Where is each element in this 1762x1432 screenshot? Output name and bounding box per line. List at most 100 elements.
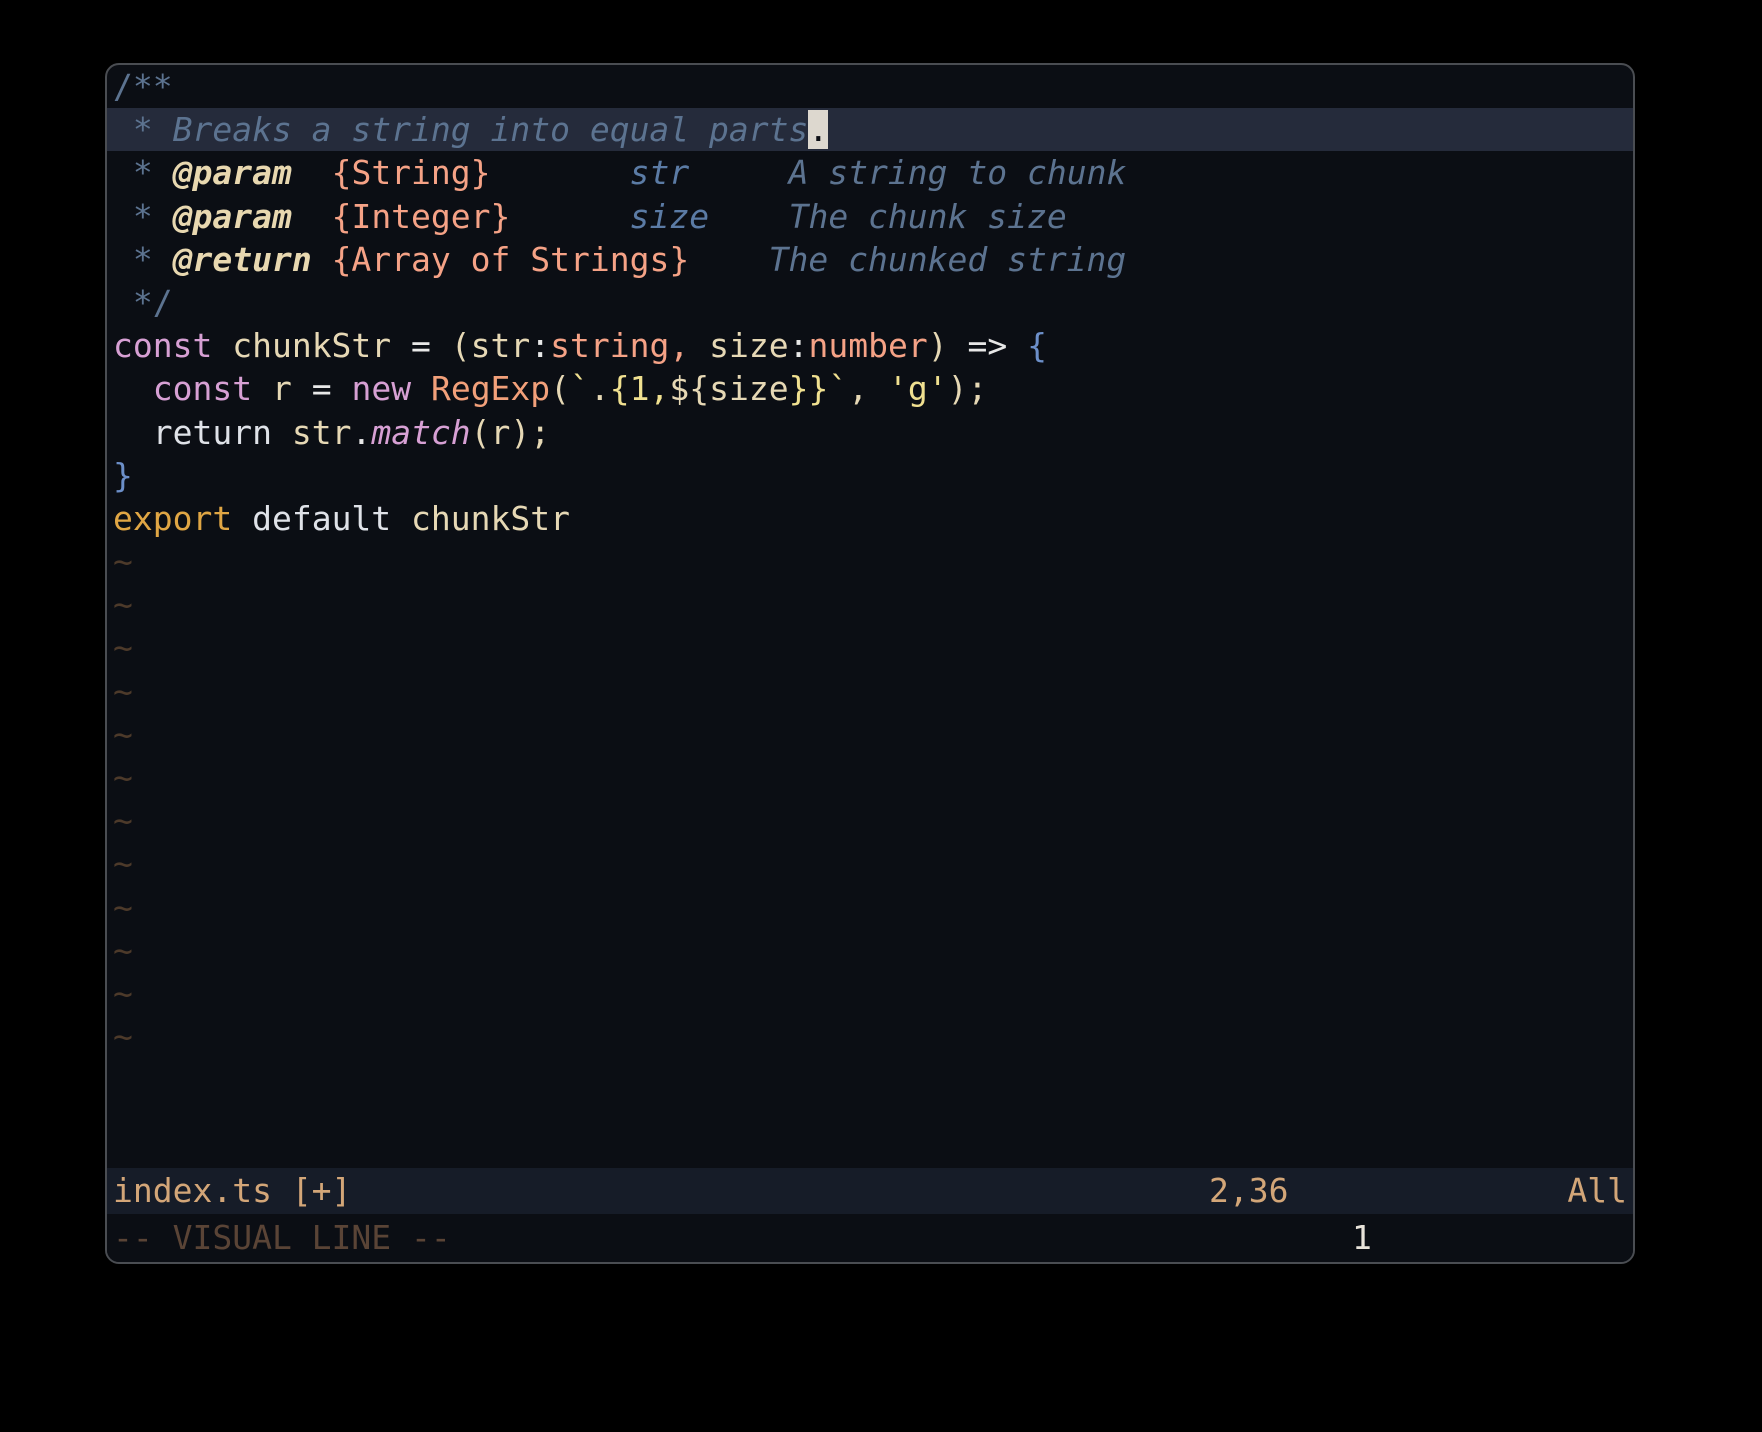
code-token: ( [550, 369, 571, 409]
code-token: @param [172, 153, 292, 193]
code-line[interactable]: * Breaks a string into equal parts. [107, 108, 1633, 152]
code-line[interactable]: * @return {Array of Strings} The chunked… [107, 238, 1633, 281]
code-token: { [1027, 326, 1047, 366]
code-token: (r) [470, 412, 531, 452]
statusline-cursor-position: 2,36 [1209, 1171, 1289, 1210]
code-line[interactable]: * @param {Integer} size The chunk size [107, 195, 1633, 238]
empty-line-marker: ~ [113, 844, 133, 884]
empty-line-marker: ~ [113, 801, 133, 841]
code-line[interactable]: const r = new RegExp(`.{1,${size}}`, 'g'… [107, 367, 1633, 410]
code-token: size [629, 196, 710, 236]
code-token: => [967, 326, 1008, 366]
code-token: ; [530, 412, 551, 452]
code-token: 'g' [888, 369, 948, 409]
statusline-filename: index.ts [+] [113, 1171, 352, 1210]
empty-line-marker: ~ [113, 1017, 133, 1057]
code-token: * [113, 110, 173, 150]
code-line[interactable]: /** [107, 65, 1633, 108]
code-token: . [589, 369, 610, 409]
code-token: const [113, 326, 213, 366]
code-token: chunkStr [411, 498, 570, 538]
code-token: The chunked string [768, 239, 1127, 279]
code-token: RegExp [430, 369, 551, 409]
code-line[interactable]: } [107, 454, 1633, 497]
code-line[interactable]: return str.match(r); [107, 411, 1633, 454]
code-token: const [152, 369, 253, 409]
code-token: chunkStr [232, 326, 392, 366]
code-line[interactable]: const chunkStr = (str:string, size:numbe… [107, 324, 1633, 367]
code-token: : [788, 326, 809, 366]
code-token: ) [947, 369, 968, 409]
empty-line-marker: ~ [113, 671, 133, 711]
code-token: * [113, 239, 173, 279]
screen: /** * Breaks a string into equal parts. … [0, 0, 1762, 1432]
code-token: A string to chunk [788, 153, 1127, 193]
code-token: Breaks a string into equal parts [172, 110, 809, 150]
code-token: new [351, 369, 412, 409]
code-line[interactable]: */ [107, 281, 1633, 324]
code-token: default [252, 498, 392, 538]
visual-selection-count: 1 [1352, 1218, 1372, 1257]
code-token: str [629, 153, 690, 193]
code-token: {Integer} [331, 196, 511, 236]
terminal-window[interactable]: /** * Breaks a string into equal parts. … [105, 63, 1635, 1264]
code-token: /** [113, 67, 173, 106]
code-token: @return [172, 239, 312, 279]
empty-line-marker: ~ [113, 714, 133, 754]
code-token: r [271, 369, 292, 409]
code-token: ( [450, 326, 471, 366]
code-token: ` [570, 369, 590, 409]
code-token: { [609, 369, 630, 409]
code-token: number [808, 326, 928, 366]
code-token: * [113, 153, 173, 193]
empty-line-marker: ~ [113, 628, 133, 668]
empty-line-marker: ~ [113, 758, 133, 797]
empty-line-marker: ~ [113, 585, 133, 625]
code-token: export [113, 498, 233, 538]
editor-buffer[interactable]: /** * Breaks a string into equal parts. … [107, 65, 1633, 1168]
code-token: match [371, 412, 471, 452]
code-token: } [808, 369, 829, 409]
code-token: } [113, 455, 133, 495]
code-token: = [411, 326, 431, 366]
empty-line-marker: ~ [113, 542, 133, 582]
code-token: , [669, 326, 690, 366]
code-token: : [530, 326, 551, 366]
code-token: string [550, 326, 670, 366]
empty-line-marker: ~ [113, 887, 133, 927]
code-line[interactable]: * @param {String} str A string to chunk [107, 151, 1633, 194]
code-token: */ [113, 282, 173, 322]
code-token: 1 [629, 369, 650, 409]
code-line[interactable]: export default chunkStr [107, 497, 1633, 540]
terminal-content: /** * Breaks a string into equal parts. … [107, 65, 1633, 1262]
empty-line-marker: ~ [113, 973, 133, 1013]
vim-message-line: -- VISUAL LINE -- 1 [107, 1214, 1633, 1262]
mode-indicator: -- VISUAL LINE -- [113, 1218, 451, 1257]
empty-line-marker: ~ [113, 930, 133, 970]
code-token: , [649, 369, 670, 409]
code-token: { [689, 369, 710, 409]
code-token: ` [828, 369, 849, 409]
code-token: = [311, 369, 332, 409]
code-token: . [351, 412, 372, 452]
code-token: return [152, 412, 272, 452]
code-token: The chunk size [788, 196, 1067, 236]
